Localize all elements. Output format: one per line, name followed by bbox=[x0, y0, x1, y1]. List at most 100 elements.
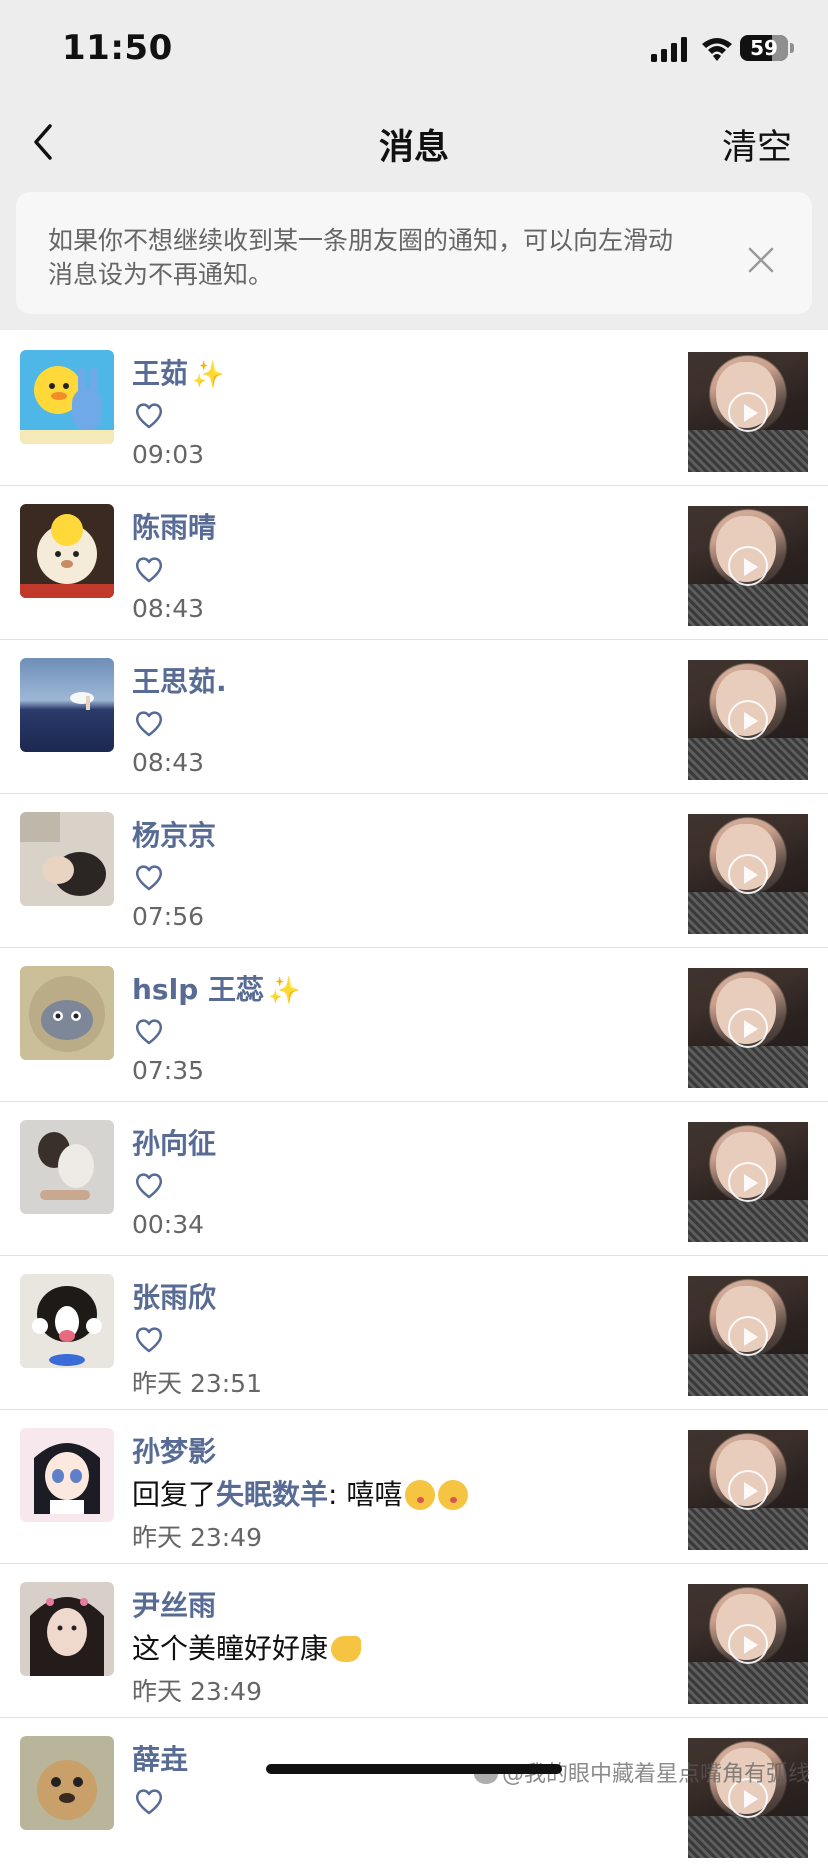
close-icon[interactable] bbox=[744, 243, 778, 277]
avatar[interactable] bbox=[20, 1582, 114, 1676]
list-item[interactable]: 王茹 ✨ 09:03 bbox=[0, 332, 828, 486]
battery-icon: 59 bbox=[740, 35, 788, 61]
list-item[interactable]: 孙梦影 回复了失眠数羊: 嘻嘻 昨天 23:49 bbox=[0, 1410, 828, 1564]
comment-text-body: 这个美瞳好好康 bbox=[132, 1632, 329, 1665]
avatar[interactable] bbox=[20, 812, 114, 906]
avatar[interactable] bbox=[20, 504, 114, 598]
sender-name[interactable]: 陈雨晴 bbox=[132, 506, 216, 546]
play-icon bbox=[728, 1624, 768, 1664]
message-time: 08:43 bbox=[132, 748, 205, 777]
video-thumbnail[interactable] bbox=[688, 814, 808, 934]
play-icon bbox=[728, 854, 768, 894]
kissing-face-emoji bbox=[405, 1480, 436, 1510]
message-time: 00:34 bbox=[132, 1210, 205, 1239]
reply-comment: 回复了失眠数羊: 嘻嘻 bbox=[132, 1473, 469, 1513]
girl-selfie-icon bbox=[30, 1597, 104, 1676]
play-icon bbox=[728, 1008, 768, 1048]
sender-name[interactable]: 王思茹. bbox=[132, 660, 227, 700]
reply-prefix: 回复了 bbox=[132, 1478, 217, 1511]
sender-name[interactable]: 王茹 ✨ bbox=[132, 352, 224, 392]
sender-name[interactable]: hslp 王蕊 ✨ bbox=[132, 968, 300, 1008]
blue-sky-icon bbox=[70, 692, 94, 710]
video-thumbnail[interactable] bbox=[688, 1276, 808, 1396]
video-thumbnail[interactable] bbox=[688, 352, 808, 472]
swipe-tip-banner: 如果你不想继续收到某一条朋友圈的通知，可以向左滑动消息设为不再通知。 bbox=[16, 192, 812, 314]
list-item[interactable]: 张雨欣 昨天 23:51 bbox=[0, 1256, 828, 1410]
sender-name[interactable]: 孙梦影 bbox=[132, 1430, 216, 1470]
play-icon bbox=[728, 1316, 768, 1356]
video-thumbnail[interactable] bbox=[688, 1584, 808, 1704]
avatar[interactable] bbox=[20, 658, 114, 752]
sparkles-emoji: ✨ bbox=[268, 976, 301, 1006]
video-thumbnail[interactable] bbox=[688, 660, 808, 780]
heart-icon bbox=[135, 1327, 163, 1353]
comment-text: 这个美瞳好好康 bbox=[132, 1627, 362, 1667]
message-time: 昨天 23:51 bbox=[132, 1369, 262, 1398]
reply-target-name[interactable]: 失眠数羊 bbox=[216, 1478, 328, 1511]
message-time: 08:43 bbox=[132, 594, 205, 623]
sender-name-text[interactable]: hslp 王蕊 bbox=[132, 973, 264, 1006]
play-icon bbox=[728, 1470, 768, 1510]
video-thumbnail[interactable] bbox=[688, 968, 808, 1088]
heart-icon bbox=[135, 865, 163, 891]
list-item[interactable]: 王思茹. 08:43 bbox=[0, 640, 828, 794]
dog-icon bbox=[32, 1286, 102, 1366]
message-time: 07:56 bbox=[132, 902, 205, 931]
clear-button[interactable]: 清空 bbox=[722, 119, 792, 170]
signal-icon bbox=[651, 37, 687, 62]
home-indicator[interactable] bbox=[266, 1764, 562, 1774]
plush-bear-icon bbox=[20, 514, 114, 598]
list-item[interactable]: 尹丝雨 这个美瞳好好康 昨天 23:49 bbox=[0, 1564, 828, 1718]
heart-icon bbox=[135, 1173, 163, 1199]
anime-girl-icon bbox=[34, 1443, 100, 1514]
message-time: 昨天 23:49 bbox=[132, 1523, 262, 1552]
message-time: 09:03 bbox=[132, 440, 205, 469]
sender-name-text[interactable]: 王茹 bbox=[132, 357, 188, 390]
status-time: 11:50 bbox=[62, 28, 173, 68]
list-item[interactable]: 孙向征 00:34 bbox=[0, 1102, 828, 1256]
battery-nub bbox=[790, 43, 794, 53]
list-item[interactable]: hslp 王蕊 ✨ 07:35 bbox=[0, 948, 828, 1102]
sender-name[interactable]: 薛垚 bbox=[132, 1738, 188, 1778]
kissing-face-emoji bbox=[438, 1480, 469, 1510]
sleeping-person-icon bbox=[20, 812, 106, 896]
play-icon bbox=[728, 700, 768, 740]
list-item[interactable]: 陈雨晴 08:43 bbox=[0, 486, 828, 640]
page-title: 消息 bbox=[378, 128, 449, 168]
avatar[interactable] bbox=[20, 1274, 114, 1368]
list-item[interactable]: 薛垚 bbox=[0, 1718, 828, 1872]
header-area: 11:50 59 消息 清空 如果你不想继续收到某一条朋友圈的通知，可以向左滑动… bbox=[0, 0, 828, 330]
wifi-icon bbox=[702, 38, 732, 61]
avatar[interactable] bbox=[20, 350, 114, 444]
heart-icon bbox=[135, 711, 163, 737]
play-icon bbox=[728, 546, 768, 586]
message-list: 王茹 ✨ 09:03 陈雨晴 08:43 王思茹. 08:43 杨京京 07:5… bbox=[0, 332, 828, 1858]
heart-icon bbox=[135, 1789, 163, 1815]
video-thumbnail[interactable] bbox=[688, 1122, 808, 1242]
list-item[interactable]: 杨京京 07:56 bbox=[0, 794, 828, 948]
status-bar: 11:50 59 bbox=[0, 0, 828, 100]
sender-name[interactable]: 尹丝雨 bbox=[132, 1584, 216, 1624]
clapping-hand-emoji bbox=[331, 1636, 362, 1662]
video-thumbnail[interactable] bbox=[688, 1430, 808, 1550]
play-icon bbox=[728, 392, 768, 432]
sender-name[interactable]: 张雨欣 bbox=[132, 1276, 216, 1316]
sender-name[interactable]: 杨京京 bbox=[132, 814, 216, 854]
play-icon bbox=[728, 1162, 768, 1202]
heart-icon bbox=[135, 403, 163, 429]
battery-level: 59 bbox=[750, 36, 778, 60]
message-time: 昨天 23:49 bbox=[132, 1677, 262, 1706]
lying-person-icon bbox=[38, 1132, 94, 1200]
heart-icon bbox=[135, 557, 163, 583]
yellow-duck-icon bbox=[20, 366, 114, 444]
avatar[interactable] bbox=[20, 966, 114, 1060]
avatar[interactable] bbox=[20, 1120, 114, 1214]
avatar[interactable] bbox=[20, 1736, 114, 1830]
tip-text: 如果你不想继续收到某一条朋友圈的通知，可以向左滑动消息设为不再通知。 bbox=[48, 226, 674, 289]
video-thumbnail[interactable] bbox=[688, 506, 808, 626]
avatar[interactable] bbox=[20, 1428, 114, 1522]
reply-text: : 嘻嘻 bbox=[328, 1478, 403, 1511]
message-time: 07:35 bbox=[132, 1056, 205, 1085]
sender-name[interactable]: 孙向征 bbox=[132, 1122, 216, 1162]
sparkles-emoji: ✨ bbox=[192, 360, 225, 390]
